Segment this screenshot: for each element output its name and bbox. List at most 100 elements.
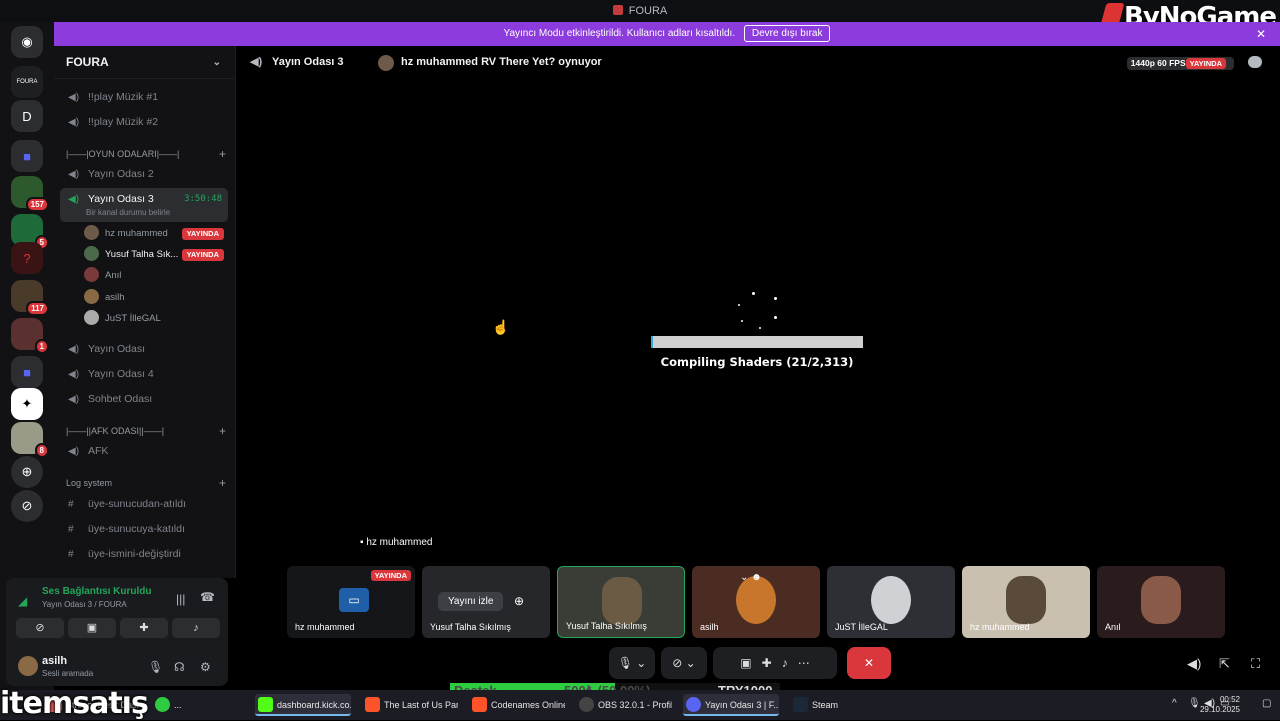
server-10[interactable]: ✦	[11, 388, 43, 420]
folder-icon[interactable]: ■	[11, 140, 43, 172]
voice-location: Yayın Odası 3 / FOURA	[42, 600, 127, 609]
server-4[interactable]: 157	[11, 176, 49, 212]
explore-icon[interactable]: ⊘	[11, 490, 43, 522]
loading-dot	[752, 292, 755, 295]
participant-tile[interactable]: hz muhammed	[962, 566, 1090, 638]
taskbar-item[interactable]: Steam	[790, 694, 886, 716]
username: asilh	[42, 655, 68, 667]
user-name: Anıl	[105, 270, 122, 281]
app-icon	[612, 5, 623, 15]
stream-view[interactable]: Compiling Shaders (21/2,313) ☝	[236, 79, 1280, 559]
text-channel[interactable]: # üye-sunucuya-katıldı	[60, 517, 228, 541]
activity-button[interactable]: ✚	[120, 618, 168, 638]
camera-button[interactable]: ⊘	[16, 618, 64, 638]
microphone-icon[interactable]: 🎙	[148, 660, 163, 674]
avatar[interactable]	[18, 656, 38, 676]
channel-room-2[interactable]: ◀) Yayın Odası 2	[60, 162, 228, 186]
taskbar-label: OBS 32.0.1 - Profil: I...	[598, 700, 672, 710]
add-channel-icon[interactable]: +	[219, 146, 226, 162]
speaker-icon: ◀)	[250, 56, 263, 68]
close-icon[interactable]: ✕	[1256, 22, 1266, 46]
channel-room-4[interactable]: ◀) Yayın Odası 4	[60, 362, 228, 386]
taskbar-item[interactable]: The Last of Us Part I...	[362, 694, 458, 716]
server-8[interactable]: 1	[11, 318, 49, 354]
quality-label: 1440p 60 FPS	[1130, 58, 1186, 68]
speaker-icon: ◀)	[68, 446, 80, 457]
category-games[interactable]: |——|OYUN ODALARI|——| +	[66, 146, 226, 162]
leave-call-button[interactable]: ✕	[847, 647, 891, 679]
channel-room-3[interactable]: ◀) Yayın Odası 3 3:50:48 Bir kanal durumu b…	[60, 188, 228, 222]
taskbar-item[interactable]: Codenames Online...	[469, 694, 565, 716]
folder-2-icon[interactable]: ■	[11, 356, 43, 388]
add-channel-icon[interactable]: +	[219, 423, 226, 439]
category-log[interactable]: Log system +	[66, 475, 226, 491]
voice-user[interactable]: Yusuf Talha Sık... YAYINDA	[84, 245, 228, 265]
microphone-button[interactable]: 🎙 ⌄	[609, 647, 655, 679]
disable-streamer-mode-button[interactable]: Devre dışı bırak	[743, 25, 831, 42]
server-11[interactable]: 8	[11, 422, 49, 458]
text-channel[interactable]: # üye-ismini-değiştirdi	[60, 542, 228, 566]
channel-music-2[interactable]: ◀) !!play Müzik #2	[60, 110, 228, 134]
taskbar-item[interactable]: ...	[152, 694, 248, 716]
participant-tile[interactable]: JuST İlleGAL	[827, 566, 955, 638]
participant-name: JuST İlleGAL	[835, 622, 888, 632]
voice-user[interactable]: Anıl	[84, 266, 228, 286]
fullscreen-icon[interactable]: ⛶	[1251, 656, 1260, 672]
discord-home-icon[interactable]: ◉	[11, 26, 43, 58]
participant-name: asilh	[700, 622, 719, 632]
server-6[interactable]: ?	[11, 242, 43, 274]
sponsor-text: itemsatış	[0, 686, 149, 721]
voice-user[interactable]: hz muhammed YAYINDA	[84, 224, 228, 244]
disconnect-icon[interactable]: ☎	[200, 590, 215, 604]
participant-tile[interactable]: Anıl	[1097, 566, 1225, 638]
category-afk[interactable]: |——||AFK ODASI||——| +	[66, 423, 226, 439]
popout-icon[interactable]: ⊕	[514, 594, 524, 608]
participant-tile[interactable]: ▭ YAYINDA hz muhammed	[287, 566, 415, 638]
noise-suppression-icon[interactable]: |||	[176, 592, 185, 606]
taskbar-item[interactable]: OBS 32.0.1 - Profil: I...	[576, 694, 672, 716]
notifications-icon[interactable]: ▢	[1262, 698, 1271, 709]
headphones-icon[interactable]: ☊	[174, 660, 185, 674]
loading-dot	[738, 304, 740, 306]
channel-music-1[interactable]: ◀) !!play Müzik #1	[60, 85, 228, 109]
chevron-up-icon[interactable]: ^	[1172, 698, 1177, 709]
participant-video	[1006, 576, 1046, 624]
channel-chat-room[interactable]: ◀) Sohbet Odası	[60, 387, 228, 411]
microphone-icon[interactable]: 🎙	[1188, 698, 1201, 709]
participant-tile[interactable]: Yusuf Talha Sıkılmış	[557, 566, 685, 638]
loading-dot	[774, 316, 777, 319]
participant-name: hz muhammed	[295, 622, 355, 632]
steam-icon	[793, 697, 808, 712]
taskbar-item[interactable]: dashboard.kick.co...	[255, 694, 351, 716]
chat-icon[interactable]	[1248, 56, 1262, 68]
channel-afk[interactable]: ◀) AFK	[60, 439, 228, 463]
voice-user[interactable]: JuST İlleGAL	[84, 309, 228, 329]
server-d[interactable]: D	[11, 100, 43, 132]
participant-tile[interactable]: Yayını izle ⊕ Yusuf Talha Sıkılmış	[422, 566, 550, 638]
server-foura[interactable]: FOURA	[11, 66, 43, 98]
clock[interactable]: 00:52 29.10.2025	[1200, 695, 1240, 715]
add-server-icon[interactable]: ⊕	[11, 456, 43, 488]
channel-name: Yayın Odası 3	[272, 56, 344, 68]
volume-icon[interactable]: ◀)	[1187, 656, 1201, 672]
kick-icon	[258, 697, 273, 712]
connection-status[interactable]: Ses Bağlantısı Kuruldu	[42, 586, 151, 597]
text-channel[interactable]: # üye-sunucudan-atıldı	[60, 492, 228, 516]
screen-share-button[interactable]: ▣	[68, 618, 116, 638]
channel-room[interactable]: ◀) Yayın Odası	[60, 337, 228, 361]
gear-icon[interactable]: ⚙	[200, 660, 211, 674]
server-7[interactable]: 117	[11, 280, 49, 316]
taskbar-item[interactable]: Yayın Odası 3 | F...	[683, 694, 779, 716]
channel-status[interactable]: Bir kanal durumu belirle	[86, 208, 170, 218]
server-name: FOURA	[66, 55, 109, 69]
server-header[interactable]: FOURA ⌄	[54, 46, 235, 79]
participant-tile[interactable]: ⌄ ☻ asilh	[692, 566, 820, 638]
watch-stream-button[interactable]: Yayını izle	[438, 592, 504, 611]
share-activity-group[interactable]: ▣ ✚ ♪ ⋯	[713, 647, 837, 679]
voice-user[interactable]: asilh	[84, 288, 228, 308]
collapse-icon[interactable]: ⌄ ☻	[740, 572, 762, 583]
camera-button[interactable]: ⊘ ⌄	[661, 647, 707, 679]
soundboard-button[interactable]: ♪	[172, 618, 220, 638]
add-channel-icon[interactable]: +	[219, 475, 226, 491]
popout-icon[interactable]: ⇱	[1219, 656, 1230, 672]
